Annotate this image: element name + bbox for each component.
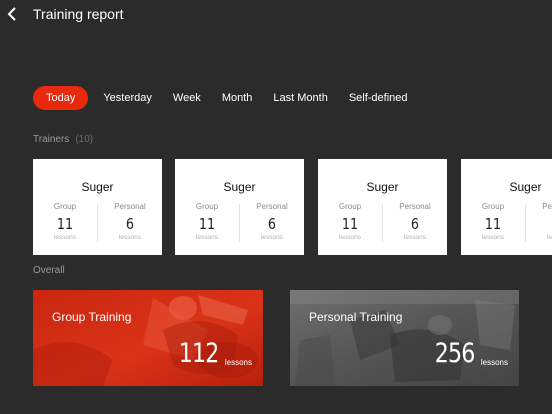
personal-unit: lessons <box>546 234 552 241</box>
group-label: Group <box>195 202 219 211</box>
overall-section-label: Overall <box>33 265 65 276</box>
group-unit: lessons <box>53 234 77 241</box>
group-value: 11 <box>341 215 359 233</box>
group-label: Group <box>338 202 362 211</box>
group-label: Group <box>481 202 505 211</box>
group-unit: lessons <box>338 234 362 241</box>
trainer-name: Suger <box>509 180 542 194</box>
personal-stat: Personal 6 lessons <box>526 202 552 241</box>
back-chevron-icon[interactable] <box>6 5 22 23</box>
group-training-value: 112 <box>179 338 220 369</box>
personal-training-background-image <box>290 290 519 386</box>
personal-value: 6 <box>410 215 420 233</box>
personal-label: Personal <box>399 202 431 211</box>
group-value: 11 <box>198 215 216 233</box>
date-range-tabs: Today Yesterday Week Month Last Month Se… <box>33 86 414 110</box>
personal-unit: lessons <box>403 234 427 241</box>
tab-yesterday[interactable]: Yesterday <box>97 86 158 110</box>
group-training-card[interactable]: Group Training 112 lessons <box>33 290 263 386</box>
group-stat: Group 11 lessons <box>175 202 239 241</box>
personal-value: 6 <box>531 215 552 233</box>
personal-label: Personal <box>542 202 552 211</box>
group-training-unit: lessons <box>224 358 252 367</box>
personal-label: Personal <box>114 202 146 211</box>
group-stat: Group 11 lessons <box>461 202 525 241</box>
tab-self-defined[interactable]: Self-defined <box>343 86 414 110</box>
personal-stat: Personal 6 lessons <box>98 202 162 241</box>
trainers-count: (10) <box>75 134 94 145</box>
trainer-name: Suger <box>223 180 256 194</box>
trainer-card[interactable]: Suger Group 11 lessons Personal 6 lesson… <box>461 159 552 255</box>
group-unit: lessons <box>481 234 505 241</box>
trainers-label: Trainers <box>33 134 70 145</box>
group-unit: lessons <box>195 234 219 241</box>
personal-training-card[interactable]: Personal Training 256 lessons <box>290 290 519 386</box>
trainer-name: Suger <box>366 180 399 194</box>
personal-unit: lessons <box>118 234 142 241</box>
tab-week[interactable]: Week <box>167 86 207 110</box>
personal-training-title: Personal Training <box>309 310 403 324</box>
trainer-card[interactable]: Suger Group 11 lessons Personal 6 lesson… <box>318 159 447 255</box>
trainers-section-label: Trainers (10) <box>33 134 93 145</box>
trainer-card[interactable]: Suger Group 11 lessons Personal 6 lesson… <box>175 159 304 255</box>
personal-stat: Personal 6 lessons <box>383 202 447 241</box>
personal-label: Personal <box>256 202 288 211</box>
personal-value: 6 <box>125 215 135 233</box>
tab-last-month[interactable]: Last Month <box>267 86 333 110</box>
group-value: 11 <box>56 215 74 233</box>
group-training-title: Group Training <box>52 310 132 324</box>
personal-training-unit: lessons <box>480 358 508 367</box>
trainer-card[interactable]: Suger Group 11 lessons Personal 6 lesson… <box>33 159 162 255</box>
group-stat: Group 11 lessons <box>33 202 97 241</box>
trainer-name: Suger <box>81 180 114 194</box>
group-training-background-image <box>33 290 263 386</box>
personal-unit: lessons <box>260 234 284 241</box>
personal-stat: Personal 6 lessons <box>240 202 304 241</box>
page-title: Training report <box>33 6 124 22</box>
personal-value: 6 <box>267 215 277 233</box>
group-value: 11 <box>484 215 502 233</box>
tab-month[interactable]: Month <box>216 86 259 110</box>
group-label: Group <box>53 202 77 211</box>
group-stat: Group 11 lessons <box>318 202 382 241</box>
trainer-card-inner: Suger Group 11 lessons Personal 6 lesson… <box>461 159 552 255</box>
tab-today[interactable]: Today <box>33 86 89 110</box>
top-bar: Training report <box>0 0 552 30</box>
personal-training-value: 256 <box>435 338 476 369</box>
